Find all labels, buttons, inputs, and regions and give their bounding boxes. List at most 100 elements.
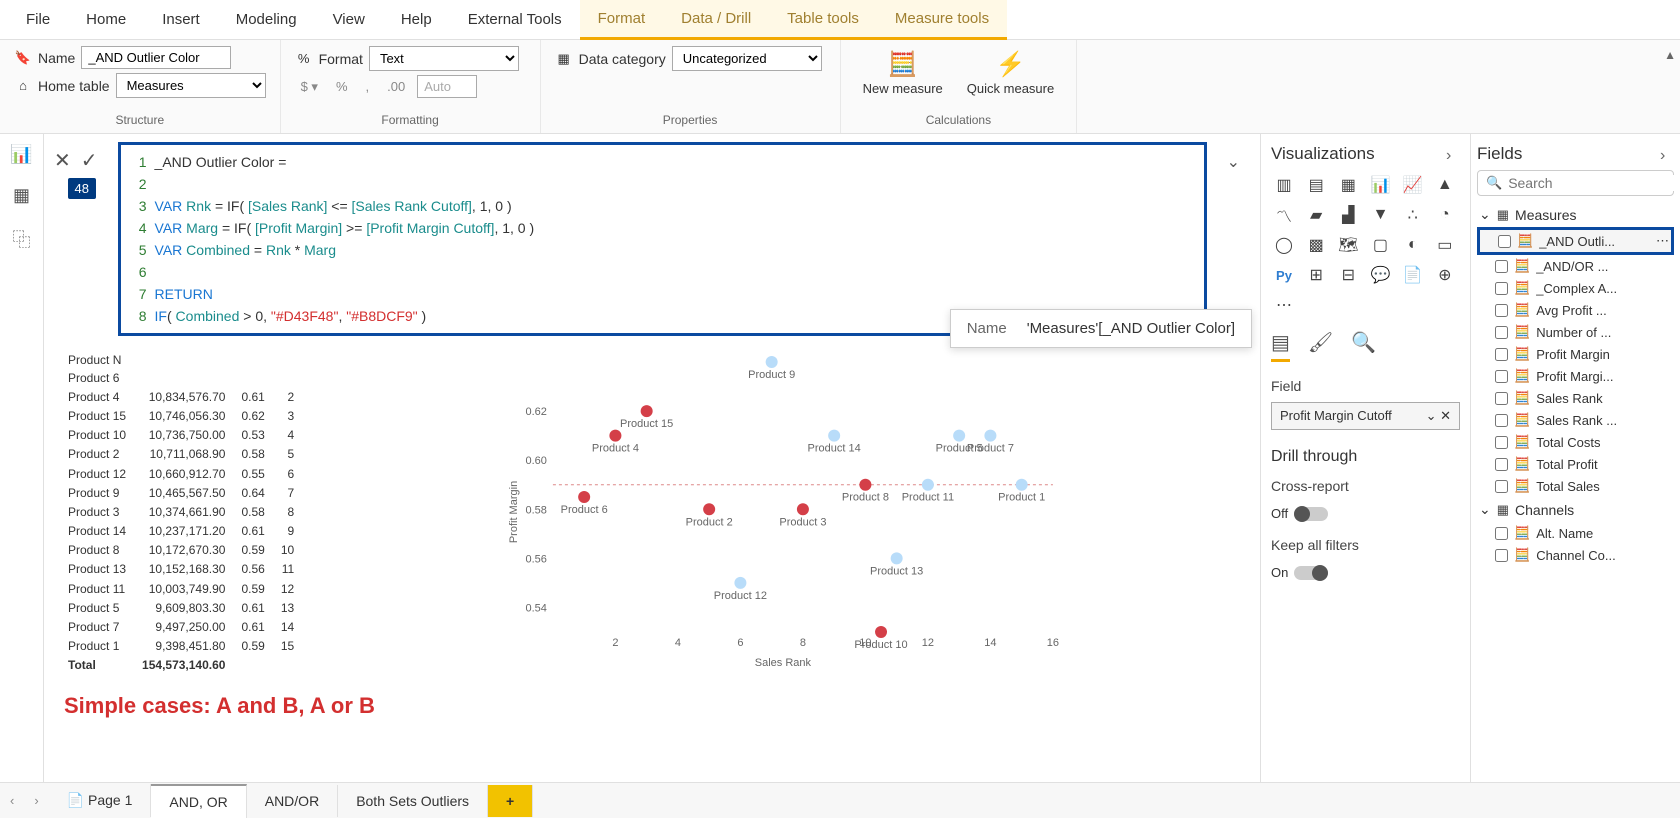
- field-item[interactable]: 🧮Alt. Name: [1477, 522, 1674, 544]
- percent-button[interactable]: %: [330, 77, 354, 96]
- menu-table-tools[interactable]: Table tools: [769, 0, 877, 40]
- field-group[interactable]: ⌄▦Measures: [1477, 202, 1674, 227]
- keep-filters-switch[interactable]: On: [1271, 565, 1460, 580]
- menu-format[interactable]: Format: [580, 0, 664, 40]
- data-view-icon[interactable]: ▦: [13, 185, 30, 206]
- decimal-places-input[interactable]: [417, 75, 477, 98]
- fields-tab-icon[interactable]: ▤: [1271, 330, 1290, 362]
- menu-insert[interactable]: Insert: [144, 1, 218, 38]
- menu-measure-tools[interactable]: Measure tools: [877, 0, 1007, 40]
- treemap-icon[interactable]: ▩: [1303, 232, 1329, 258]
- quick-measure-button[interactable]: ⚡ Quick measure: [959, 46, 1062, 100]
- ribbon-chart-icon[interactable]: ▰: [1303, 202, 1329, 228]
- scatter-icon[interactable]: ∴: [1400, 202, 1426, 228]
- menu-modeling[interactable]: Modeling: [218, 1, 315, 38]
- page-tab-1[interactable]: AND, OR: [151, 784, 246, 818]
- more-visuals-icon[interactable]: ⋯: [1271, 292, 1297, 318]
- field-item[interactable]: 🧮_AND/OR ...: [1477, 255, 1674, 277]
- menu-data-drill[interactable]: Data / Drill: [663, 0, 769, 40]
- next-page-icon[interactable]: ›: [24, 793, 48, 808]
- page-tab-2[interactable]: AND/OR: [247, 785, 338, 817]
- field-item[interactable]: 🧮Number of ...: [1477, 321, 1674, 343]
- expand-formula-icon[interactable]: ⌄: [1217, 142, 1250, 182]
- field-item[interactable]: 🧮_Complex A...: [1477, 277, 1674, 299]
- ribbon-collapse-icon[interactable]: ▲: [1664, 48, 1676, 62]
- clustered-column-icon[interactable]: 📊: [1367, 172, 1393, 198]
- home-table-select[interactable]: Measures: [116, 73, 266, 98]
- field-item[interactable]: 🧮Total Costs: [1477, 431, 1674, 453]
- main-area: 📊 ▦ ⿻ ✕ ✓ 48 1_AND Outlier Color =23VAR …: [0, 134, 1680, 782]
- currency-button[interactable]: $ ▾: [295, 77, 324, 97]
- page-tab-3[interactable]: Both Sets Outliers: [338, 785, 488, 817]
- properties-group-label: Properties: [555, 113, 826, 127]
- waterfall-icon[interactable]: ▟: [1335, 202, 1361, 228]
- cross-report-switch[interactable]: Off: [1271, 506, 1460, 521]
- map-icon[interactable]: 🗺: [1335, 232, 1361, 258]
- svg-text:Sales Rank: Sales Rank: [755, 657, 812, 669]
- paginated-icon[interactable]: 📄: [1400, 262, 1426, 288]
- page-tabs: ‹ › 📄 Page 1 AND, OR AND/OR Both Sets Ou…: [0, 782, 1680, 818]
- search-input[interactable]: [1508, 175, 1680, 191]
- format-tab-icon[interactable]: 🖌: [1308, 330, 1333, 362]
- field-item[interactable]: 🧮Profit Margi...: [1477, 365, 1674, 387]
- formula-editor[interactable]: 1_AND Outlier Color =23VAR Rnk = IF( [Sa…: [118, 142, 1207, 336]
- menu-help[interactable]: Help: [383, 1, 450, 38]
- clustered-bar-icon[interactable]: ▤: [1303, 172, 1329, 198]
- field-item[interactable]: 🧮Total Profit: [1477, 453, 1674, 475]
- line-column-icon[interactable]: 〽: [1271, 202, 1297, 228]
- data-category-select[interactable]: Uncategorized: [672, 46, 822, 71]
- menu-file[interactable]: File: [8, 1, 68, 38]
- field-item[interactable]: 🧮_AND Outli...⋯: [1477, 227, 1674, 255]
- format-select[interactable]: Text: [369, 46, 519, 71]
- fields-search[interactable]: 🔍: [1477, 170, 1674, 196]
- viz-expand-icon[interactable]: ›: [1446, 147, 1460, 161]
- filled-map-icon[interactable]: ▢: [1367, 232, 1393, 258]
- svg-text:Product 4: Product 4: [592, 443, 639, 455]
- qa-icon[interactable]: 💬: [1367, 262, 1393, 288]
- custom-visual-icon[interactable]: ⊕: [1432, 262, 1458, 288]
- py-visual-icon[interactable]: Py: [1271, 262, 1297, 288]
- field-item[interactable]: 🧮Channel Co...: [1477, 544, 1674, 566]
- analytics-tab-icon[interactable]: 🔍: [1351, 330, 1376, 362]
- pie-icon[interactable]: ◔: [1432, 202, 1458, 228]
- area-chart-icon[interactable]: ▲: [1432, 172, 1458, 198]
- comma-button[interactable]: ,: [360, 77, 376, 96]
- field-remove-icon[interactable]: ✕: [1440, 408, 1451, 423]
- field-item[interactable]: 🧮Total Sales: [1477, 475, 1674, 497]
- field-item[interactable]: 🧮Sales Rank: [1477, 387, 1674, 409]
- field-item[interactable]: 🧮Avg Profit ...: [1477, 299, 1674, 321]
- prev-page-icon[interactable]: ‹: [0, 793, 24, 808]
- model-view-icon[interactable]: ⿻: [13, 226, 31, 252]
- menu-external-tools[interactable]: External Tools: [450, 1, 580, 38]
- commit-formula-icon[interactable]: ✓: [81, 148, 98, 173]
- decomp-tree-icon[interactable]: ⊟: [1335, 262, 1361, 288]
- stacked-bar-icon[interactable]: ▥: [1271, 172, 1297, 198]
- menu-home[interactable]: Home: [68, 1, 144, 38]
- field-group[interactable]: ⌄▦Channels: [1477, 497, 1674, 522]
- fields-expand-icon[interactable]: ›: [1660, 147, 1674, 161]
- card-icon[interactable]: ▭: [1432, 232, 1458, 258]
- cancel-formula-icon[interactable]: ✕: [54, 148, 71, 173]
- product-table[interactable]: Product N Product 6Product 410,834,576.7…: [64, 352, 306, 675]
- decimal-button[interactable]: .00: [381, 77, 411, 96]
- field-well[interactable]: Profit Margin Cutoff ⌄ ✕: [1271, 402, 1460, 430]
- line-chart-icon[interactable]: 📈: [1400, 172, 1426, 198]
- field-item[interactable]: 🧮Sales Rank ...: [1477, 409, 1674, 431]
- funnel-icon[interactable]: ▼: [1367, 202, 1393, 228]
- field-item[interactable]: 🧮Profit Margin: [1477, 343, 1674, 365]
- svg-text:12: 12: [922, 637, 934, 649]
- add-page-button[interactable]: +: [488, 785, 533, 817]
- measure-name-input[interactable]: [81, 46, 231, 69]
- report-view-icon[interactable]: 📊: [10, 144, 32, 165]
- format-label: Format: [319, 51, 363, 67]
- scatter-chart[interactable]: 2468101214160.540.560.580.600.62Sales Ra…: [326, 352, 1240, 675]
- page-tab-0[interactable]: 📄 Page 1: [49, 784, 152, 817]
- fields-pane: Fields › 🔍 ⌄▦Measures🧮_AND Outli...⋯🧮_AN…: [1470, 134, 1680, 782]
- donut-icon[interactable]: ◯: [1271, 232, 1297, 258]
- field-dropdown-icon[interactable]: ⌄: [1426, 408, 1437, 423]
- menu-view[interactable]: View: [315, 1, 383, 38]
- gauge-icon[interactable]: ◐: [1400, 232, 1426, 258]
- key-influencers-icon[interactable]: ⊞: [1303, 262, 1329, 288]
- stacked-column-icon[interactable]: ▦: [1335, 172, 1361, 198]
- new-measure-button[interactable]: 🧮 New measure: [855, 46, 951, 100]
